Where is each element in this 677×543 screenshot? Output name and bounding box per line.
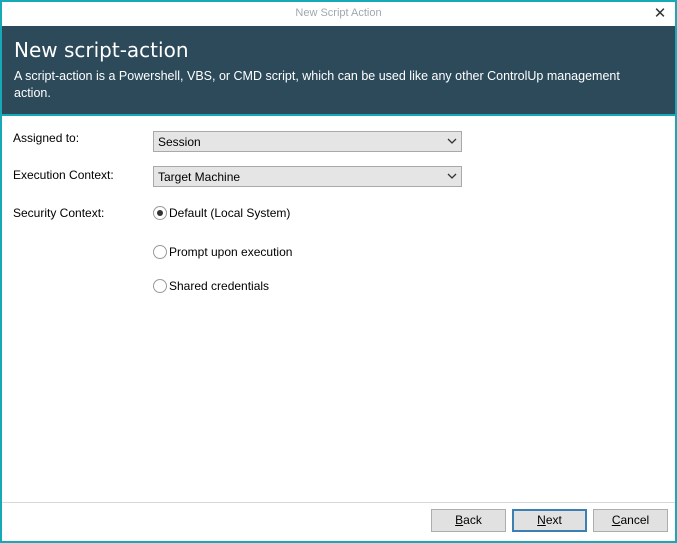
next-button[interactable]: Next [512, 509, 587, 532]
security-context-label: Security Context: [13, 206, 105, 220]
assigned-to-dropdown[interactable]: Session [153, 131, 462, 152]
banner-description: A script-action is a Powershell, VBS, or… [14, 69, 620, 100]
next-mnemonic: N [537, 513, 546, 527]
radio-button[interactable] [153, 279, 167, 293]
assigned-to-label: Assigned to: [13, 131, 80, 145]
back-button[interactable]: Back [431, 509, 506, 532]
dialog-window: New Script Action ✕ New script-action A … [0, 0, 677, 543]
chevron-down-icon [447, 173, 457, 179]
footer-divider [2, 502, 675, 503]
cancel-button[interactable]: Cancel [593, 509, 668, 532]
execution-context-label: Execution Context: [13, 168, 114, 182]
radio-button-checked[interactable] [153, 206, 167, 220]
cancel-label-rest: ancel [620, 513, 650, 527]
banner-heading: New script-action [14, 38, 189, 62]
radio-label: Default (Local System) [169, 206, 291, 220]
next-label-rest: ext [545, 513, 562, 527]
radio-label: Prompt upon execution [169, 245, 293, 259]
assigned-to-value: Session [158, 135, 201, 149]
back-mnemonic: B [455, 513, 464, 527]
window-title: New Script Action [295, 7, 382, 19]
banner-divider [2, 114, 675, 116]
title-bar[interactable]: New Script Action ✕ [2, 2, 675, 26]
close-icon[interactable]: ✕ [651, 4, 669, 22]
radio-label: Shared credentials [169, 279, 270, 293]
radio-button[interactable] [153, 245, 167, 259]
chevron-down-icon [447, 138, 457, 144]
back-label-rest: ack [463, 513, 482, 527]
execution-context-value: Target Machine [158, 170, 241, 184]
execution-context-dropdown[interactable]: Target Machine [153, 166, 462, 187]
header-banner: New script-action A script-action is a P… [2, 26, 675, 114]
